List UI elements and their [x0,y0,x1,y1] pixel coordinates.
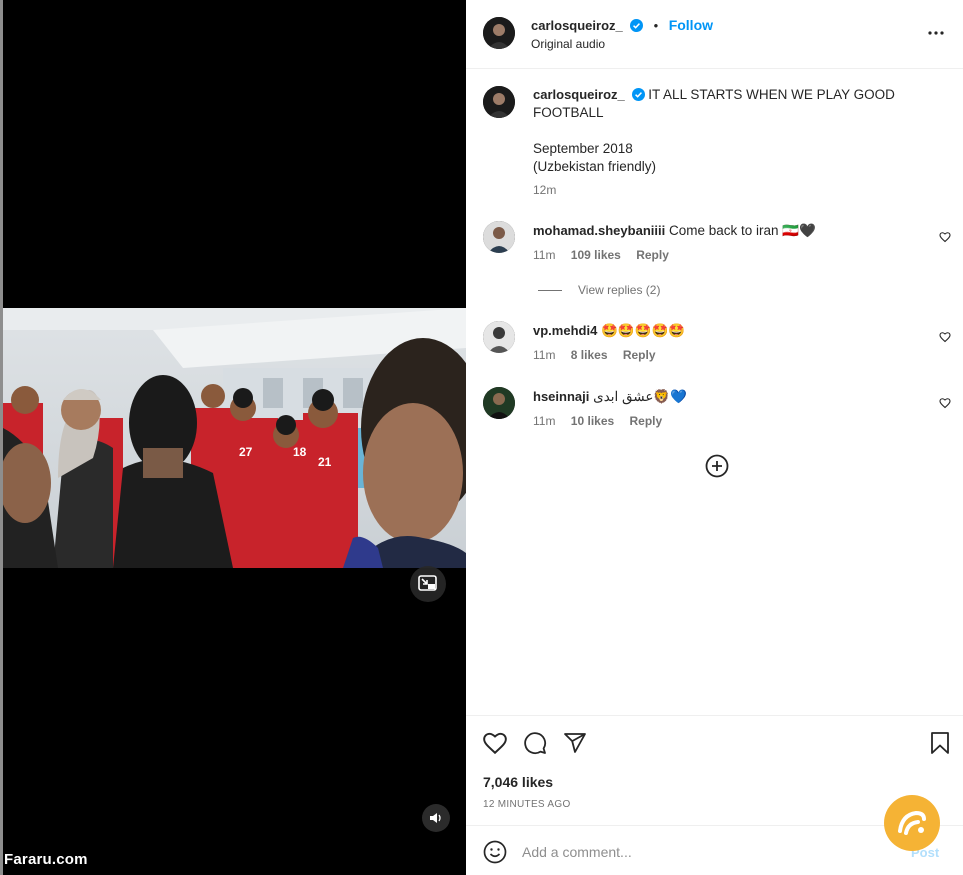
comment-like-button[interactable] [939,230,951,248]
comment-meta: 11m 10 likes Reply [533,414,674,428]
comment-like-button[interactable] [939,330,951,348]
emoji-picker-button[interactable] [483,840,507,869]
comment-text: عشق ابدی🦁💙 [593,389,688,404]
comment-body: mohamad.sheybaniiii Come back to iran 🇮🇷… [533,223,816,239]
verified-badge-icon [631,88,645,101]
avatar-image [483,387,515,419]
caption-timestamp[interactable]: 12m [533,183,556,197]
video-still: 27 18 21 [3,308,466,568]
view-replies-label: View replies (2) [578,283,661,297]
header-username[interactable]: carlosqueiroz_ [531,18,623,33]
comment-avatar[interactable] [483,221,515,253]
comment-meta: 11m 8 likes Reply [533,348,668,362]
watermark: Fararu.com [4,851,88,868]
avatar-image [483,17,515,49]
heart-outline-icon [939,232,951,243]
comment-body: hseinnaji عشق ابدی🦁💙 [533,389,687,405]
comment-username[interactable]: hseinnaji [533,389,589,404]
comment-meta: 11m 109 likes Reply [533,248,681,262]
share-button[interactable] [563,731,587,760]
bookmark-icon [931,732,949,754]
comment-input[interactable] [522,840,882,864]
header-separator: • [653,18,659,33]
comment-username[interactable]: vp.mehdi4 [533,323,597,338]
avatar-image [483,221,515,253]
picture-in-picture-button[interactable] [410,566,446,602]
video-frame[interactable]: 27 18 21 [3,308,466,568]
comment-text: 🤩🤩🤩🤩🤩 [601,323,686,338]
original-audio-link[interactable]: Original audio [531,37,605,51]
comment-username[interactable]: mohamad.sheybaniiii [533,223,665,238]
heart-outline-icon [939,398,951,409]
svg-text:18: 18 [293,445,307,459]
speech-bubble-icon [524,732,547,755]
comment-time[interactable]: 11m [533,248,555,262]
reply-button[interactable]: Reply [636,248,669,262]
comment-likes[interactable]: 109 likes [571,248,621,262]
view-replies-button[interactable]: View replies (2) [538,283,660,297]
header-identity: carlosqueiroz_ • Follow [531,17,713,35]
smiley-icon [483,840,507,864]
likes-count[interactable]: 7,046 likes [483,774,553,790]
post-sidebar: carlosqueiroz_ • Follow Original audio c… [466,0,963,875]
heart-outline-icon [939,332,951,343]
caption-username[interactable]: carlosqueiroz_ [533,87,625,102]
avatar[interactable] [483,17,515,49]
video-player[interactable]: 27 18 21 Fararu.com [3,0,466,875]
comment-body: vp.mehdi4 🤩🤩🤩🤩🤩 [533,323,685,339]
comment-avatar[interactable] [483,387,515,419]
paper-plane-icon [564,733,586,753]
caption-match-line: (Uzbekistan friendly) [533,159,657,174]
like-button[interactable] [482,731,508,760]
comment-likes[interactable]: 10 likes [571,414,614,428]
avatar-image [483,321,515,353]
comment-button[interactable] [523,731,547,760]
follow-button[interactable]: Follow [669,17,713,33]
post-header: carlosqueiroz_ • Follow Original audio [466,0,963,69]
caption: carlosqueiroz_ IT ALL STARTS WHEN WE PLA… [533,86,913,176]
reply-button[interactable]: Reply [623,348,656,362]
more-dots-icon [928,31,944,35]
comment-like-button[interactable] [939,396,951,414]
post-timestamp[interactable]: 12 MINUTES AGO [483,799,571,810]
comment-time[interactable]: 11m [533,348,555,362]
fararu-logo-icon [898,810,926,835]
comment-text: Come back to iran 🇮🇷🖤 [668,223,816,238]
picture-in-picture-icon [418,575,437,591]
reply-button[interactable]: Reply [630,414,663,428]
replies-divider [538,289,562,291]
audio-toggle-button[interactable] [422,804,450,832]
plus-circle-icon [705,454,729,478]
fararu-logo [884,795,940,851]
svg-text:27: 27 [239,445,253,459]
comment-time[interactable]: 11m [533,414,555,428]
svg-text:21: 21 [318,455,332,469]
heart-outline-icon [483,732,507,755]
avatar-image [483,86,515,118]
speaker-icon [430,813,441,823]
comment-likes[interactable]: 8 likes [571,348,608,362]
verified-badge-icon [630,19,644,32]
save-button[interactable] [930,731,950,760]
comment-avatar[interactable] [483,321,515,353]
caption-date-line: September 2018 [533,141,633,156]
more-options-button[interactable] [927,25,945,46]
load-more-comments-button[interactable] [705,454,729,483]
caption-avatar[interactable] [483,86,515,118]
